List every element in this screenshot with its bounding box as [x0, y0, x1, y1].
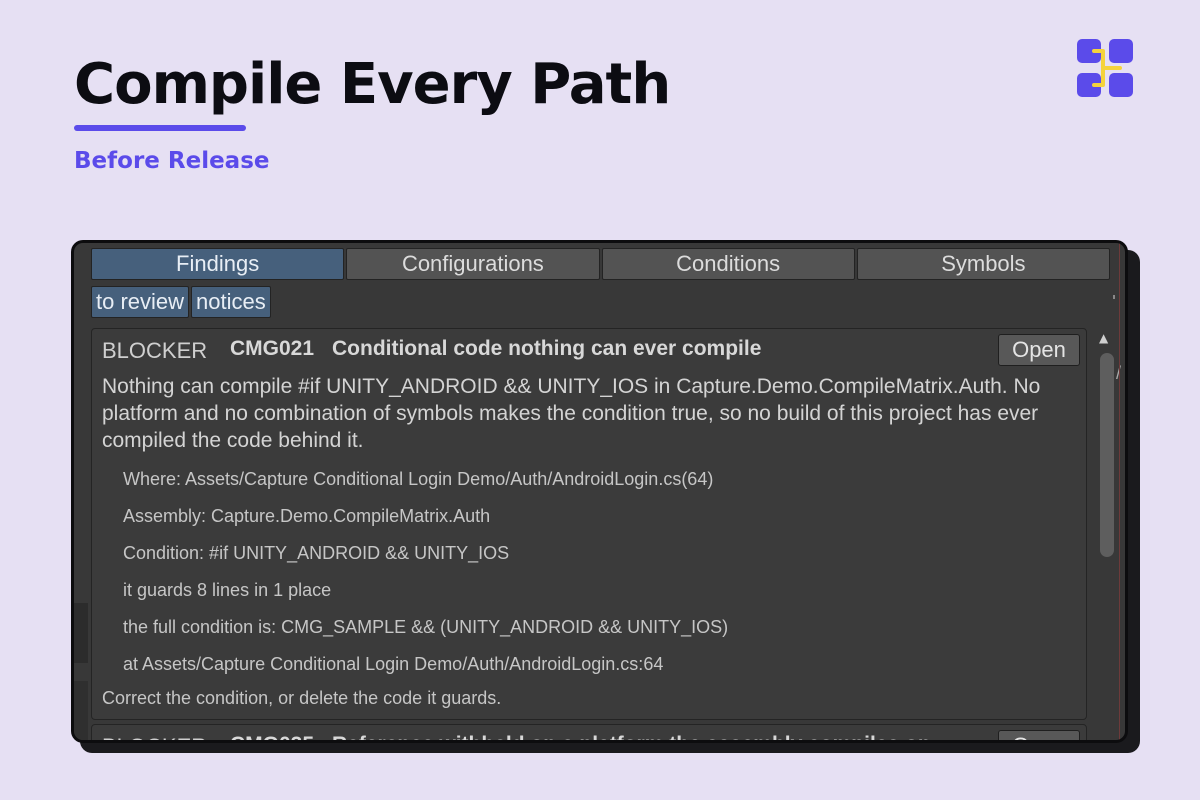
detail-location: at Assets/Capture Conditional Login Demo… [123, 654, 664, 674]
findings-window: Findings Configurations Conditions Symbo… [71, 240, 1128, 743]
tab-findings[interactable]: Findings [91, 248, 345, 280]
filter-bar: to review notices [91, 286, 271, 318]
finding-card: BLOCKER CMG021 Conditional code nothing … [91, 328, 1087, 720]
tab-conditions[interactable]: Conditions [601, 248, 855, 280]
finding-code: CMG035 [230, 731, 314, 740]
tab-bar: Findings Configurations Conditions Symbo… [91, 248, 1110, 280]
branch-grid-logo-icon [1077, 39, 1133, 97]
left-edge-panel [74, 603, 88, 663]
detail-assembly: Assembly: Capture.Demo.CompileMatrix.Aut… [123, 506, 491, 526]
detail-guarded-lines: it guards 8 lines in 1 place [123, 580, 332, 600]
detail-where: Where: Assets/Capture Conditional Login … [123, 469, 714, 489]
title-underline [74, 125, 246, 131]
tab-configurations[interactable]: Configurations [346, 248, 600, 280]
severity-label: BLOCKER [102, 733, 207, 740]
filter-to-review-toggle[interactable]: to review [91, 286, 190, 318]
detail-condition: Condition: #if UNITY_ANDROID && UNITY_IO… [123, 543, 510, 563]
scrollbar-thumb[interactable] [1100, 353, 1114, 557]
finding-title: Reference withheld on a platform the ass… [332, 731, 931, 740]
scroll-up-arrow-icon[interactable]: ▲ [1099, 331, 1108, 345]
finding-title: Conditional code nothing can ever compil… [332, 337, 762, 360]
panel-border-line [1119, 243, 1120, 740]
left-edge-panel-lower [74, 681, 88, 740]
panel-edge-mark [1113, 295, 1115, 299]
open-button[interactable]: Open [998, 334, 1080, 366]
open-button[interactable]: Open [998, 730, 1080, 740]
finding-description: Nothing can compile #if UNITY_ANDROID &&… [102, 375, 1041, 452]
severity-label: BLOCKER [102, 338, 208, 363]
finding-card: BLOCKER CMG035 Reference withheld on a p… [91, 724, 1087, 740]
finding-code: CMG021 [230, 337, 315, 360]
hero-subtitle: Before Release [74, 148, 270, 174]
finding-fix-advice: Correct the condition, or delete the cod… [102, 688, 502, 708]
filter-notices-toggle[interactable]: notices [191, 286, 271, 318]
hero-title: Compile Every Path [74, 52, 671, 117]
detail-full-condition: the full condition is: CMG_SAMPLE && (UN… [123, 617, 729, 637]
tab-symbols[interactable]: Symbols [856, 248, 1110, 280]
